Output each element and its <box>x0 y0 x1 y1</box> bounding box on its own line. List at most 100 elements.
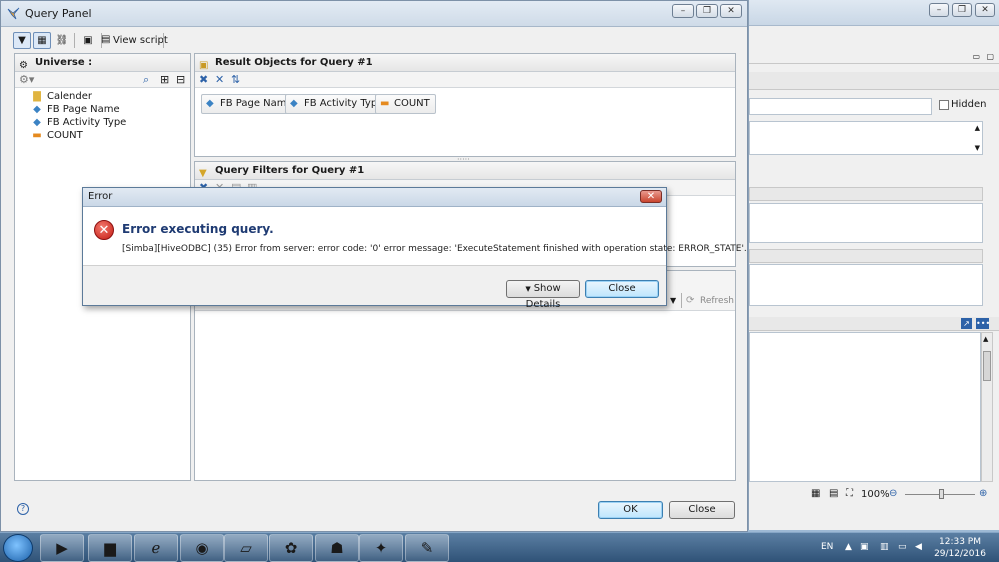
tray-app-icon[interactable]: ▣ <box>860 542 869 552</box>
measure-icon: ▬ <box>380 98 390 109</box>
refresh-icon[interactable]: ⟳ <box>686 294 694 307</box>
scroll-up-icon[interactable]: ▲ <box>983 335 988 343</box>
system-clock[interactable]: 12:33 PM 29/12/2016 <box>930 536 990 560</box>
error-dialog-body: ✕ Error executing query. [Simba][HiveODB… <box>83 207 747 266</box>
bg-section-bar-2 <box>749 187 983 201</box>
link-icon[interactable]: ⛓ <box>53 32 71 49</box>
sort-icon[interactable]: ⇅ <box>231 73 240 86</box>
maximize-icon[interactable]: ❐ <box>696 4 718 18</box>
show-hidden-icons-icon[interactable]: ▲ <box>845 542 852 552</box>
background-window: – ❐ ✕ ▭ ▢ Hidden ▲ ▼ ↗ ••• ▲ ▦ ▤ ⛶ 100% … <box>748 0 999 530</box>
tree-item-label: FB Activity Type <box>47 117 127 128</box>
query-panel-task-icon[interactable]: ✦ <box>359 534 403 562</box>
error-close-button[interactable]: Close <box>585 280 659 298</box>
error-dialog-title: Error <box>88 191 113 202</box>
result-objects-panel: ▣ Result Objects for Query #1 ✖ ✕ ⇅ ◆ FB… <box>194 53 736 157</box>
close-icon[interactable]: ✕ <box>720 4 742 18</box>
media-player-icon[interactable]: ▶ <box>40 534 84 562</box>
universe-options-icon[interactable]: ⚙▾ <box>19 73 34 86</box>
background-titlebar: – ❐ ✕ <box>749 0 999 26</box>
toolbar-separator <box>681 293 682 308</box>
pin-icon[interactable]: ↗ <box>961 318 972 329</box>
tree-item-calender[interactable]: ▇ Calender <box>31 90 92 103</box>
show-details-button[interactable]: ▼ Show Details <box>506 280 580 310</box>
tree-item-fb-activity-type[interactable]: ◆ FB Activity Type <box>31 116 126 129</box>
vertical-scrollbar[interactable]: ▲ <box>981 332 993 482</box>
toolbar-separator <box>74 33 75 48</box>
paint-icon[interactable]: ✎ <box>405 534 449 562</box>
measure-icon: ▬ <box>32 130 42 141</box>
script-icon: ▤ <box>101 34 111 45</box>
file-explorer-icon[interactable]: ▆ <box>88 534 132 562</box>
remove-icon[interactable]: ✕ <box>215 73 224 86</box>
main-toolbar: ▼ ▦ ⛓ ▣ ▤ View script <box>13 31 313 51</box>
hidden-checkbox[interactable] <box>939 100 949 110</box>
result-object-label: FB Page Name <box>220 98 293 109</box>
scroll-down-icon[interactable]: ▼ <box>975 144 980 152</box>
more-icon[interactable]: ••• <box>976 318 990 329</box>
start-button[interactable] <box>3 534 33 562</box>
zoom-slider-thumb[interactable] <box>939 489 944 499</box>
restore-icon[interactable]: ❐ <box>952 3 972 17</box>
close-icon[interactable]: ✕ <box>640 190 662 203</box>
expand-icon[interactable]: ⊞ <box>160 73 169 86</box>
query-properties-icon[interactable]: ▣ <box>79 32 97 49</box>
filter-pane-icon[interactable]: ▼ <box>13 32 31 49</box>
zoom-out-icon[interactable]: ⊖ <box>889 488 897 499</box>
scroll-thumb[interactable] <box>983 351 991 381</box>
table-view-icon[interactable]: ▦ <box>811 488 820 499</box>
taskbar: ▶ ▆ ℯ ◉ ▱ ✿ ☗ ✦ ✎ EN ▲ ▣ ▥ ▭ ◀ 12:33 PM … <box>0 532 999 562</box>
scroll-up-icon[interactable]: ▲ <box>975 124 980 132</box>
bg-pane-2 <box>749 203 983 243</box>
internet-explorer-icon[interactable]: ℯ <box>134 534 178 562</box>
app-icon[interactable]: ✿ <box>269 534 313 562</box>
bg-text-area[interactable]: ▲ ▼ <box>749 121 983 155</box>
view-script-button[interactable]: View script <box>113 35 168 46</box>
result-object-fb-activity-type[interactable]: ◆ FB Activity Type <box>285 94 390 114</box>
app-logo-icon <box>7 7 20 20</box>
minimize-icon[interactable]: – <box>929 3 949 17</box>
fit-page-icon[interactable]: ⛶ <box>846 488 853 499</box>
chrome-icon[interactable]: ◉ <box>180 534 224 562</box>
close-icon[interactable]: ✕ <box>975 3 995 17</box>
page-view-icon[interactable]: ▤ <box>829 488 838 499</box>
bg-text-field[interactable] <box>749 98 932 115</box>
minimize-view-icon[interactable]: ▭ <box>972 52 980 61</box>
collapse-icon[interactable]: ⊟ <box>176 73 185 86</box>
dropdown-arrow-icon[interactable]: ▼ <box>670 294 676 307</box>
language-indicator[interactable]: EN <box>821 542 833 552</box>
remove-all-icon[interactable]: ✖ <box>199 73 208 86</box>
volume-icon[interactable]: ◀ <box>915 542 922 552</box>
search-icon[interactable]: ⌕ <box>143 73 149 86</box>
folder-icon: ▇ <box>33 91 41 102</box>
network-icon[interactable]: ▥ <box>880 542 889 552</box>
close-button[interactable]: Close <box>669 501 735 519</box>
tree-item-fb-page-name[interactable]: ◆ FB Page Name <box>31 103 120 116</box>
data-preview-icon[interactable]: ▦ <box>33 32 51 49</box>
ok-button[interactable]: OK <box>598 501 663 519</box>
tree-item-count[interactable]: ▬ COUNT <box>31 129 83 142</box>
minimize-icon[interactable]: – <box>672 4 694 18</box>
zoom-in-icon[interactable]: ⊕ <box>979 488 987 499</box>
hidden-label: Hidden <box>951 99 987 110</box>
error-dialog: Error ✕ ✕ Error executing query. [Simba]… <box>82 187 747 310</box>
maximize-view-icon[interactable]: ▢ <box>986 52 994 61</box>
monitor-icon[interactable]: ▭ <box>898 542 907 552</box>
error-icon: ✕ <box>94 220 114 240</box>
query-filters-header: ▼ Query Filters for Query #1 <box>195 162 735 180</box>
help-icon[interactable]: ? <box>17 503 29 515</box>
app-icon[interactable]: ☗ <box>315 534 359 562</box>
toolbar-separator <box>163 33 164 48</box>
sticky-notes-icon[interactable]: ▱ <box>224 534 268 562</box>
bg-section-bar <box>749 72 999 90</box>
error-message: [Simba][HiveODBC] (35) Error from server… <box>122 244 747 254</box>
clock-time: 12:33 PM <box>939 537 981 547</box>
error-heading: Error executing query. <box>122 222 274 236</box>
zoom-slider[interactable] <box>905 489 975 499</box>
bg-section-bar-3 <box>749 249 983 263</box>
clock-date: 29/12/2016 <box>934 549 986 559</box>
dimension-icon: ◆ <box>290 98 298 109</box>
dimension-icon: ◆ <box>33 117 41 128</box>
refresh-button[interactable]: Refresh <box>700 295 734 308</box>
result-object-count[interactable]: ▬ COUNT <box>375 94 436 114</box>
